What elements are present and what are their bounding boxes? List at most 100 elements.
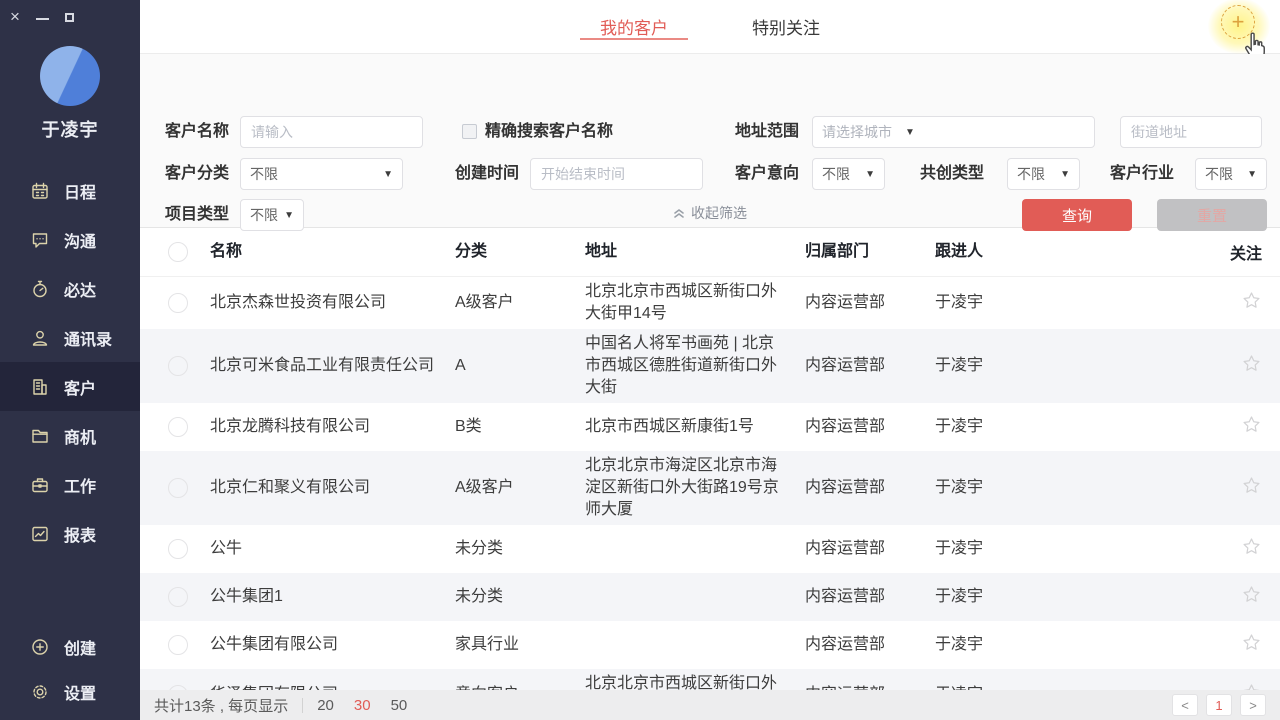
reset-button[interactable]: 重置 — [1157, 199, 1267, 231]
project-type-select[interactable]: 不限 ▼ — [240, 199, 304, 231]
chat-icon — [30, 230, 50, 250]
row-select-circle[interactable] — [168, 356, 188, 376]
sidebar-item[interactable]: 客户 — [0, 362, 140, 411]
table-body: 北京杰森世投资有限公司 A级客户 北京北京市西城区新街口外大街甲14号 内容运营… — [140, 277, 1280, 720]
star-icon[interactable] — [1241, 632, 1262, 653]
cell-address: 北京市西城区新康街1号 — [585, 416, 785, 438]
divider — [302, 698, 303, 713]
star-icon[interactable] — [1241, 475, 1262, 496]
cell-follower: 于凌宇 — [935, 477, 1040, 499]
window-minimize-icon[interactable] — [36, 18, 49, 20]
table-row[interactable]: 北京可米食品工业有限责任公司 A 中国名人将军书画苑 | 北京市西城区德胜街道新… — [140, 329, 1280, 403]
row-select-circle[interactable] — [168, 478, 188, 498]
pagination-bar: 共计13条 , 每页显示 20 30 50 < 1 > — [140, 690, 1280, 720]
current-page-button[interactable]: 1 — [1206, 694, 1232, 716]
customers-icon — [30, 377, 50, 397]
row-select-circle[interactable] — [168, 587, 188, 607]
sidebar-item[interactable]: 报表 — [0, 509, 140, 558]
table-row[interactable]: 公牛集团1 未分类 内容运营部 于凌宇 — [140, 573, 1280, 621]
industry-select[interactable]: 不限 ▼ — [1195, 158, 1267, 190]
table-header: 名称 分类 地址 归属部门 跟进人 关注 — [140, 228, 1280, 277]
chevron-down-icon: ▼ — [377, 169, 393, 180]
cell-follower: 于凌宇 — [935, 538, 1040, 560]
star-icon[interactable] — [1241, 353, 1262, 374]
cocreate-label: 共创类型 — [920, 158, 984, 190]
page-size-option[interactable]: 50 — [391, 697, 408, 714]
exact-search-label: 精确搜索客户名称 — [485, 116, 613, 148]
tab[interactable]: 特别关注 — [750, 0, 822, 53]
intent-select[interactable]: 不限 ▼ — [812, 158, 885, 190]
chevron-down-icon: ▼ — [278, 210, 294, 221]
chevron-down-icon: ▼ — [859, 169, 875, 180]
exact-search-checkbox[interactable] — [462, 124, 477, 139]
add-customer-button[interactable]: + — [1208, 0, 1270, 54]
star-icon[interactable] — [1241, 414, 1262, 435]
avatar[interactable] — [40, 46, 100, 106]
row-select-circle[interactable] — [168, 635, 188, 655]
cocreate-select[interactable]: 不限 ▼ — [1007, 158, 1080, 190]
cell-department: 内容运营部 — [805, 416, 935, 438]
sidebar-item-label: 工作 — [64, 473, 96, 497]
star-icon[interactable] — [1241, 290, 1262, 311]
page-size-option[interactable]: 30 — [354, 697, 371, 714]
cell-address: 中国名人将军书画苑 | 北京市西城区德胜街道新街口外大街 — [585, 333, 785, 399]
cell-name: 北京龙腾科技有限公司 — [210, 415, 455, 439]
filter-panel: 客户名称 精确搜索客户名称 地址范围 请选择城市 ▼ 客户分类 不限 ▼ 创建时… — [140, 54, 1280, 198]
table-row[interactable]: 北京杰森世投资有限公司 A级客户 北京北京市西城区新街口外大街甲14号 内容运营… — [140, 277, 1280, 329]
star-icon[interactable] — [1241, 536, 1262, 557]
create-time-input[interactable] — [530, 158, 703, 190]
cell-department: 内容运营部 — [805, 586, 935, 608]
cell-name: 北京杰森世投资有限公司 — [210, 291, 455, 315]
cell-name: 北京可米食品工业有限责任公司 — [210, 354, 455, 378]
sidebar-nav: 日程 沟通 必达 通讯录 客户 — [0, 166, 140, 558]
cell-category: 未分类 — [455, 586, 585, 608]
table-row[interactable]: 公牛集团有限公司 家具行业 内容运营部 于凌宇 — [140, 621, 1280, 669]
gear-icon — [30, 682, 50, 702]
row-select-circle[interactable] — [168, 539, 188, 559]
address-range-label: 地址范围 — [735, 116, 799, 148]
cell-follower: 于凌宇 — [935, 355, 1040, 377]
star-icon[interactable] — [1241, 584, 1262, 605]
city-select[interactable]: 请选择城市 ▼ — [812, 116, 1095, 148]
sidebar-item[interactable]: 日程 — [0, 166, 140, 215]
header-name: 名称 — [210, 241, 455, 263]
prev-page-button[interactable]: < — [1172, 694, 1198, 716]
sidebar-item[interactable]: 通讯录 — [0, 313, 140, 362]
search-button[interactable]: 查询 — [1022, 199, 1132, 231]
row-select-circle[interactable] — [168, 417, 188, 437]
sidebar-footer-item-label: 创建 — [64, 635, 96, 659]
sidebar-item-label: 日程 — [64, 179, 96, 203]
customer-name-input[interactable] — [240, 116, 423, 148]
table-row[interactable]: 北京龙腾科技有限公司 B类 北京市西城区新康街1号 内容运营部 于凌宇 — [140, 403, 1280, 451]
header-follower: 跟进人 — [935, 241, 1040, 263]
sidebar-item[interactable]: 商机 — [0, 411, 140, 460]
sidebar-item-label: 客户 — [64, 375, 96, 399]
table-row[interactable]: 北京仁和聚义有限公司 A级客户 北京北京市海淀区北京市海淀区新街口外大街路19号… — [140, 451, 1280, 525]
cell-follower: 于凌宇 — [935, 634, 1040, 656]
cell-category: B类 — [455, 416, 585, 438]
sidebar-item[interactable]: 必达 — [0, 264, 140, 313]
app-window: × 于凌宇 日程 沟通 必达 — [0, 0, 1280, 720]
window-close-icon[interactable]: × — [10, 11, 20, 23]
sidebar-footer-item[interactable]: 设置 — [0, 669, 140, 714]
row-select-circle[interactable] — [168, 293, 188, 313]
window-maximize-icon[interactable] — [65, 13, 74, 22]
chevron-down-icon: ▼ — [1054, 169, 1070, 180]
page-size-option[interactable]: 20 — [317, 697, 334, 714]
cell-category: 未分类 — [455, 538, 585, 560]
briefcase-icon — [30, 475, 50, 495]
sidebar-item[interactable]: 工作 — [0, 460, 140, 509]
street-address-input[interactable] — [1120, 116, 1262, 148]
next-page-button[interactable]: > — [1240, 694, 1266, 716]
cell-name: 公牛集团有限公司 — [210, 633, 455, 657]
select-all-circle[interactable] — [168, 242, 188, 262]
customer-class-label: 客户分类 — [165, 158, 229, 190]
customer-class-select[interactable]: 不限 ▼ — [240, 158, 403, 190]
tab[interactable]: 我的客户 — [598, 0, 670, 53]
sidebar-item[interactable]: 沟通 — [0, 215, 140, 264]
cell-name: 北京仁和聚义有限公司 — [210, 476, 455, 500]
sidebar-footer-item[interactable]: 创建 — [0, 624, 140, 669]
sidebar-footer: 创建 设置 — [0, 624, 140, 714]
stopwatch-icon — [30, 279, 50, 299]
table-row[interactable]: 公牛 未分类 内容运营部 于凌宇 — [140, 525, 1280, 573]
